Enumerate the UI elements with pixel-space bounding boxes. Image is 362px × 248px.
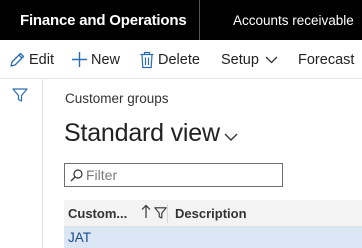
filter-pane-icon[interactable] bbox=[12, 88, 28, 107]
column-divider[interactable] bbox=[167, 204, 168, 223]
edit-button[interactable]: Edit bbox=[8, 40, 54, 79]
table-row[interactable]: JAT bbox=[64, 227, 362, 248]
chevron-down-icon bbox=[265, 56, 278, 64]
app-title[interactable]: Finance and Operations bbox=[20, 12, 187, 29]
setup-label: Setup bbox=[221, 51, 259, 68]
topbar-divider bbox=[199, 0, 200, 40]
page-breadcrumb: Customer groups bbox=[65, 91, 169, 106]
left-rail bbox=[0, 79, 43, 248]
new-button[interactable]: New bbox=[71, 40, 120, 79]
main-content: Customer groups Standard view Custom... bbox=[44, 79, 362, 248]
plus-icon bbox=[71, 51, 88, 68]
filter-input[interactable] bbox=[86, 166, 276, 184]
view-selector[interactable]: Standard view bbox=[64, 119, 238, 148]
edit-icon bbox=[8, 51, 26, 69]
column-header-description[interactable]: Description bbox=[175, 206, 247, 221]
delete-button[interactable]: Delete bbox=[139, 40, 200, 79]
chevron-down-icon bbox=[224, 129, 238, 147]
page-title: Standard view bbox=[64, 119, 220, 147]
search-icon bbox=[70, 169, 83, 187]
forecast-menu-button[interactable]: Forecast bbox=[298, 40, 354, 79]
forecast-label: Forecast bbox=[298, 51, 355, 68]
column-header-customer-group[interactable]: Custom... bbox=[68, 206, 127, 221]
cell-customer-group[interactable]: JAT bbox=[68, 230, 91, 245]
column-filter-icon[interactable] bbox=[154, 206, 167, 224]
delete-label: Delete bbox=[158, 51, 200, 68]
grid-header-row: Custom... Description bbox=[64, 200, 362, 227]
edit-label: Edit bbox=[29, 51, 54, 68]
setup-menu-button[interactable]: Setup bbox=[221, 40, 278, 79]
module-breadcrumb-link[interactable]: Accounts receivable bbox=[233, 13, 354, 28]
action-pane: Edit New Delete Setup Forecast bbox=[0, 40, 362, 79]
filter-field bbox=[64, 163, 283, 187]
sort-ascending-icon[interactable] bbox=[141, 204, 151, 224]
trash-icon bbox=[139, 51, 155, 69]
top-navigation-bar: Finance and Operations Accounts receivab… bbox=[0, 0, 362, 40]
new-label: New bbox=[91, 51, 121, 68]
